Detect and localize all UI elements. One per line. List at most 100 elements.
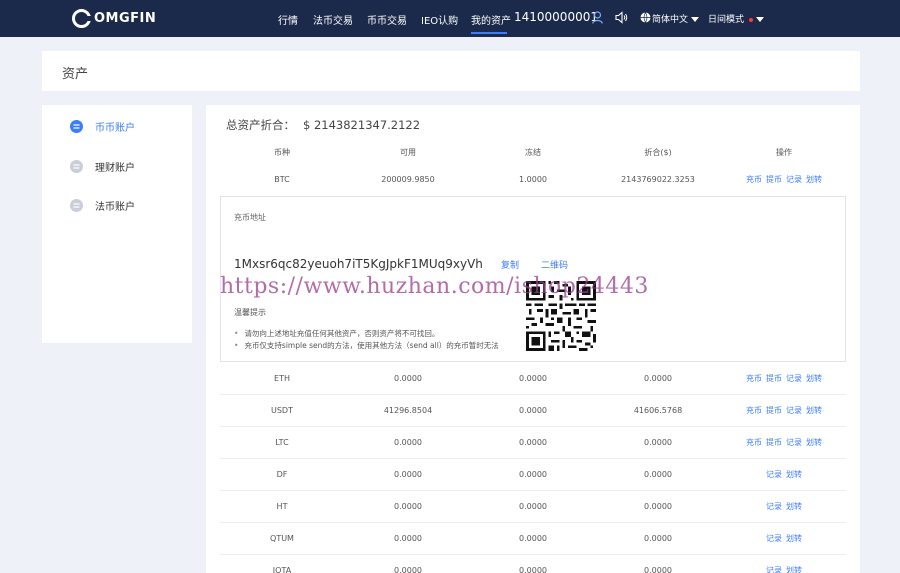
- converted-amount: 2143769022.3253: [621, 175, 695, 184]
- nav-item-ieo[interactable]: IEO认购: [421, 12, 458, 27]
- nav-item-fiat-trade[interactable]: 法币交易: [313, 12, 353, 27]
- sidebar-item-label: 法币账户: [95, 202, 135, 213]
- logo[interactable]: OMGFIN: [72, 9, 156, 28]
- coin-name: QTUM: [270, 534, 294, 543]
- nav-item-my-assets[interactable]: 我的资产: [471, 12, 511, 27]
- deposit-link[interactable]: 充币: [746, 438, 762, 447]
- sidebar-item-fiat-account[interactable]: 法币账户: [70, 198, 135, 213]
- converted-amount: 0.0000: [644, 566, 672, 573]
- tip-item: 请勿向上述地址充值任何其他资产，否则资产将不可找回。: [234, 328, 439, 339]
- globe-icon: [640, 12, 651, 23]
- converted-amount: 0.0000: [644, 502, 672, 511]
- deposit-link[interactable]: 充币: [746, 374, 762, 383]
- account-sidebar: 币币账户 理财账户 法币账户: [42, 105, 192, 343]
- frozen-amount: 0.0000: [519, 534, 547, 543]
- converted-amount: 0.0000: [644, 374, 672, 383]
- total-assets: 总资产折合： $ 2143821347.2122: [226, 117, 420, 133]
- transfer-link[interactable]: 划转: [786, 502, 802, 511]
- available-amount: 0.0000: [394, 470, 422, 479]
- record-link[interactable]: 记录: [766, 470, 782, 479]
- row-actions: 充币 提币 记录 划转: [722, 164, 846, 196]
- table-row: BTC 200009.9850 1.0000 2143769022.3253 充…: [220, 164, 846, 196]
- sidebar-item-finance-account[interactable]: 理财账户: [70, 159, 135, 174]
- sidebar-item-label: 理财账户: [95, 163, 135, 174]
- withdraw-link[interactable]: 提币: [766, 175, 782, 184]
- coin-name: HT: [276, 502, 288, 511]
- frozen-amount: 0.0000: [519, 470, 547, 479]
- deposit-link[interactable]: 充币: [746, 406, 762, 415]
- row-actions: 记录 划转: [722, 459, 846, 491]
- coin-account-icon: [70, 120, 83, 133]
- logo-text: OMGFIN: [94, 11, 157, 26]
- row-actions: 充币 提币 记录 划转: [722, 427, 846, 459]
- language-selector[interactable]: 简体中文: [652, 12, 700, 25]
- converted-amount: 0.0000: [644, 470, 672, 479]
- record-link[interactable]: 记录: [766, 534, 782, 543]
- sidebar-item-coin-account[interactable]: 币币账户: [70, 119, 135, 134]
- copy-address-button[interactable]: 复制: [501, 258, 519, 271]
- coin-name: IOTA: [272, 566, 292, 573]
- chevron-down-icon: [756, 17, 765, 22]
- available-amount: 0.0000: [394, 438, 422, 447]
- assets-panel: 总资产折合： $ 2143821347.2122 币种 可用 冻结 折合($) 操…: [206, 105, 860, 573]
- record-link[interactable]: 记录: [786, 175, 802, 184]
- speaker-icon[interactable]: [615, 11, 628, 24]
- fiat-account-icon: [70, 199, 83, 212]
- nav-item-market[interactable]: 行情: [278, 12, 298, 27]
- converted-amount: 0.0000: [644, 438, 672, 447]
- user-phone[interactable]: 14100000001: [514, 10, 598, 24]
- theme-mode-label: 日间模式: [708, 15, 745, 25]
- page-header: 资产: [42, 51, 860, 91]
- sidebar-item-label: 币币账户: [95, 123, 135, 134]
- deposit-address[interactable]: 1Mxsr6qc82yeuoh7iT5KgJpkF1MUq9xyVh: [234, 257, 483, 271]
- frozen-amount: 1.0000: [519, 175, 547, 184]
- tips-title: 温馨提示: [234, 308, 266, 317]
- coin-name: ETH: [274, 374, 290, 383]
- transfer-link[interactable]: 划转: [786, 566, 802, 573]
- row-actions: 充币 提币 记录 划转: [722, 363, 846, 395]
- row-actions: 记录 划转: [722, 555, 846, 573]
- table-row: LTC 0.0000 0.0000 0.0000 充币 提币 记录 划转: [220, 427, 846, 459]
- record-link[interactable]: 记录: [786, 374, 802, 383]
- transfer-link[interactable]: 划转: [806, 175, 822, 184]
- chevron-down-icon: [691, 17, 700, 22]
- available-amount: 0.0000: [394, 566, 422, 573]
- record-link[interactable]: 记录: [786, 438, 802, 447]
- table-row: USDT 41296.8504 0.0000 41606.5768 充币 提币 记录…: [220, 395, 846, 427]
- transfer-link[interactable]: 划转: [806, 374, 822, 383]
- available-amount: 200009.9850: [381, 175, 435, 184]
- qrcode-image: [526, 281, 596, 351]
- deposit-link[interactable]: 充币: [746, 175, 762, 184]
- user-icon[interactable]: [592, 11, 603, 24]
- record-link[interactable]: 记录: [786, 406, 802, 415]
- withdraw-link[interactable]: 提币: [766, 438, 782, 447]
- available-amount: 0.0000: [394, 534, 422, 543]
- frozen-amount: 0.0000: [519, 438, 547, 447]
- transfer-link[interactable]: 划转: [806, 438, 822, 447]
- qrcode-button[interactable]: 二维码: [541, 258, 568, 271]
- finance-account-icon: [70, 160, 83, 173]
- record-link[interactable]: 记录: [766, 502, 782, 511]
- logo-mark-icon: [72, 9, 92, 28]
- table-row: QTUM 0.0000 0.0000 0.0000 记录 划转: [220, 523, 846, 555]
- row-actions: 记录 划转: [722, 491, 846, 523]
- withdraw-link[interactable]: 提币: [766, 406, 782, 415]
- transfer-link[interactable]: 划转: [786, 470, 802, 479]
- frozen-amount: 0.0000: [519, 406, 547, 415]
- converted-amount: 41606.5768: [633, 406, 683, 415]
- frozen-amount: 0.0000: [519, 566, 547, 573]
- table-row: HT 0.0000 0.0000 0.0000 记录 划转: [220, 491, 846, 523]
- row-actions: 充币 提币 记录 划转: [722, 395, 846, 427]
- converted-amount: 0.0000: [644, 534, 672, 543]
- available-amount: 41296.8504: [383, 406, 433, 415]
- withdraw-link[interactable]: 提币: [766, 374, 782, 383]
- transfer-link[interactable]: 划转: [786, 534, 802, 543]
- transfer-link[interactable]: 划转: [806, 406, 822, 415]
- record-link[interactable]: 记录: [766, 566, 782, 573]
- theme-mode-selector[interactable]: 日间模式: [708, 12, 765, 25]
- available-amount: 0.0000: [394, 502, 422, 511]
- table-row: IOTA 0.0000 0.0000 0.0000 记录 划转: [220, 555, 846, 573]
- table-row: DF 0.0000 0.0000 0.0000 记录 划转: [220, 459, 846, 491]
- total-assets-value: $ 2143821347.2122: [303, 118, 421, 132]
- nav-item-coin-trade[interactable]: 币币交易: [367, 12, 407, 27]
